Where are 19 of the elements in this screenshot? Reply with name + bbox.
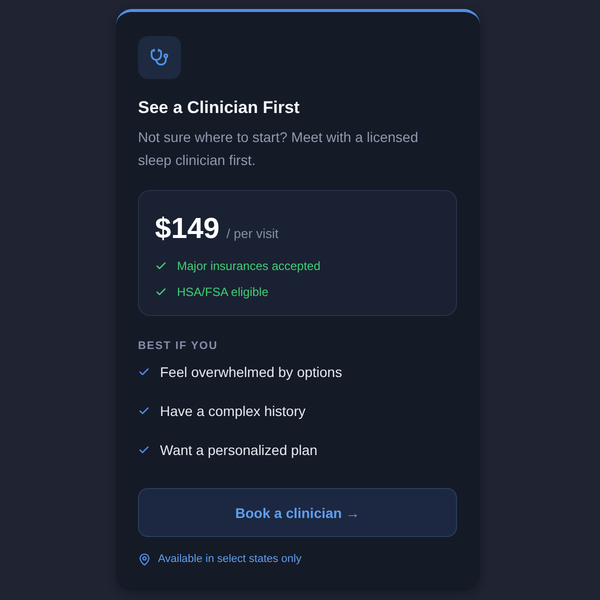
price-unit: / per visit (226, 226, 279, 241)
check-icon (138, 444, 150, 456)
card-subtitle: Not sure where to start? Meet with a licensed sleep clinician first. (138, 128, 420, 170)
check-icon (138, 366, 150, 378)
stethoscope-icon (138, 36, 181, 79)
benefit-text: Feel overwhelmed by options (160, 363, 342, 382)
check-icon (138, 405, 150, 417)
book-button[interactable]: Book a clinician → (138, 488, 457, 537)
check-icon (155, 260, 167, 272)
price: $149 (155, 212, 220, 247)
location-pin-icon (138, 552, 151, 566)
section-heading: BEST IF YOU (138, 339, 219, 353)
check-icon (155, 286, 167, 298)
feature-text: HSA/FSA eligible (177, 284, 268, 301)
benefit-text: Have a complex history (160, 402, 306, 421)
card-title: See a Clinician First (138, 97, 301, 119)
feature-text: Major insurances accepted (177, 258, 320, 275)
benefit-text: Want a personalized plan (160, 441, 318, 460)
availability-note: Available in select states only (158, 552, 302, 566)
